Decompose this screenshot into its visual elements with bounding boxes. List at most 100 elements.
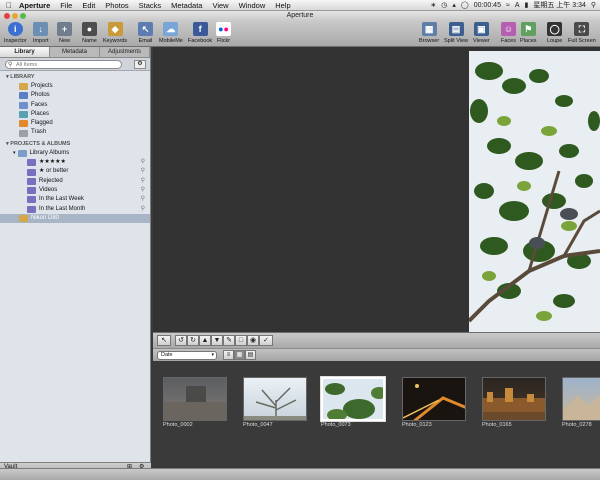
smart-album-last-week[interactable]: In the Last Week ⚲ [0,195,150,204]
zoom-window-button[interactable] [20,13,26,19]
battery-icon[interactable]: ▮ [524,0,528,11]
projects-section-header[interactable]: ▾ PROJECTS & ALBUMS [0,140,150,149]
smart-settings-icon[interactable]: ⚲ [141,167,145,176]
search-options-gear-icon[interactable]: ⚙ [134,60,146,69]
thumbnail-photo-0002[interactable] [163,377,227,421]
menu-edit[interactable]: Edit [77,0,100,11]
sidebar-item-projects[interactable]: Projects [0,82,150,91]
list-view-icon[interactable]: ≡ [223,350,234,360]
search-row: ⚲ ⚙ [0,58,150,71]
menu-metadata[interactable]: Metadata [166,0,207,11]
smart-settings-icon[interactable]: ⚲ [141,158,145,167]
faces-button[interactable]: ☺ Faces [501,22,516,44]
close-window-button[interactable] [4,13,10,19]
timer-icon[interactable]: ◯ [461,0,469,11]
browser-button[interactable]: ▦ Browser [419,22,439,44]
crop-tool-icon[interactable]: □ [235,335,247,346]
aperture-screen:  Aperture File Edit Photos Stacks Metad… [0,0,600,480]
disclosure-triangle-icon[interactable]: ▾ [13,149,16,158]
filmstrip-view-icon[interactable]: ▤ [245,350,256,360]
smart-album-videos[interactable]: Videos ⚲ [0,186,150,195]
mobileme-button[interactable]: ☁ MobileMe [159,22,183,44]
menu-view[interactable]: View [207,0,233,11]
library-search-input[interactable] [5,60,122,69]
landscape-thumbnail [563,395,600,420]
rotate-right-icon[interactable]: ↻ [187,335,199,346]
photo-viewer[interactable] [153,47,600,332]
timer-readout[interactable]: 00:00:45 [474,0,501,11]
apple-menu-icon[interactable]:  [0,1,14,10]
flag-icon [19,120,28,128]
volume-icon[interactable]: ▴ [452,0,456,11]
bluetooth-icon[interactable]: ∗ [430,0,436,11]
time-machine-icon[interactable]: ◷ [441,0,447,11]
smart-settings-icon[interactable]: ⚲ [141,177,145,186]
tab-metadata[interactable]: Metadata [50,47,100,57]
places-button[interactable]: ⚑ Places [520,22,537,44]
select-tool-icon[interactable]: ↖ [157,335,171,346]
red-eye-tool-icon[interactable]: ◉ [247,335,259,346]
smart-album-rejected[interactable]: Rejected ⚲ [0,177,150,186]
viewer-button[interactable]: ▣ Viewer [473,22,490,44]
sidebar-item-flagged[interactable]: Flagged [0,119,150,128]
lift-tool-icon[interactable]: ▲ [199,335,211,346]
selected-photo[interactable] [469,51,600,332]
tab-library[interactable]: Library [0,47,50,57]
smart-settings-icon[interactable]: ⚲ [141,205,145,214]
person-icon: ● [82,22,97,36]
smart-album-last-month[interactable]: In the Last Month ⚲ [0,205,150,214]
sort-dropdown[interactable]: Date ▾ [157,351,217,360]
rotate-left-icon[interactable]: ↺ [175,335,187,346]
wifi-icon[interactable]: ≈ [506,0,510,11]
app-menu[interactable]: Aperture [14,0,55,11]
thumbnail-photo-0047[interactable] [243,377,307,421]
straighten-tool-icon[interactable]: ✎ [223,335,235,346]
split-view-button[interactable]: ▤ Split View [444,22,468,44]
smart-album-icon [27,196,36,204]
clock[interactable]: 星期五 上午 3:34 [533,0,586,11]
sidebar-item-places[interactable]: Places [0,110,150,119]
new-folder-icon: + [57,22,72,36]
thumbnail-browser: Photo_0002 Photo_0047 Photo_0073 Photo_0… [153,361,600,460]
name-button[interactable]: ● Name [82,22,97,44]
smart-settings-icon[interactable]: ⚲ [141,186,145,195]
grid-view-icon[interactable]: ▦ [234,350,245,360]
smart-album-five-stars[interactable]: ★★★★★ ⚲ [0,158,150,167]
flickr-button[interactable]: ● ● Flickr [216,22,231,44]
full-screen-button[interactable]: ⛶ Full Screen [568,22,596,44]
thumbnail-label: Photo_0123 [402,422,432,428]
thumbnail-photo-0278[interactable] [562,377,600,421]
stamp-tool-icon[interactable]: ▼ [211,335,223,346]
minimize-window-button[interactable] [12,13,18,19]
thumbnail-photo-0165[interactable] [482,377,546,421]
tab-adjustments[interactable]: Adjustments [100,47,150,57]
library-section-header[interactable]: ▾ LIBRARY [0,73,150,82]
tree-branch-photo [469,51,600,332]
smart-settings-icon[interactable]: ⚲ [141,195,145,204]
email-button[interactable]: ↖ Email [138,22,153,44]
thumbnail-photo-0073[interactable] [320,376,386,422]
new-button[interactable]: + New [57,22,72,44]
brush-tool-icon[interactable]: ✓ [259,335,273,346]
project-nikon-d80[interactable]: Nikon D80 [0,213,150,224]
inspector-button[interactable]: i Inspector [4,22,27,44]
leaves-thumbnail [325,383,383,419]
keywords-button[interactable]: ◆ Keywords [103,22,127,44]
sidebar-item-photos[interactable]: Photos [0,91,150,100]
import-button[interactable]: ↓ Import [33,22,49,44]
menu-window[interactable]: Window [234,0,271,11]
menu-photos[interactable]: Photos [100,0,133,11]
sidebar-item-faces[interactable]: Faces [0,101,150,110]
library-albums-folder[interactable]: ▾ Library Albums [0,149,150,158]
facebook-button[interactable]: f Facebook [188,22,212,44]
thumbnail-photo-0123[interactable] [402,377,466,421]
spotlight-icon[interactable]: ⚲ [591,0,596,11]
smart-album-one-star[interactable]: ★ or better ⚲ [0,167,150,176]
menu-stacks[interactable]: Stacks [134,0,167,11]
viewer-icon: ▣ [473,22,489,36]
menu-file[interactable]: File [55,0,77,11]
loupe-button[interactable]: ◯ Loupe [547,22,562,44]
input-source-indicator[interactable]: A [515,0,520,11]
sidebar-item-trash[interactable]: Trash [0,128,150,137]
menu-help[interactable]: Help [270,0,295,11]
